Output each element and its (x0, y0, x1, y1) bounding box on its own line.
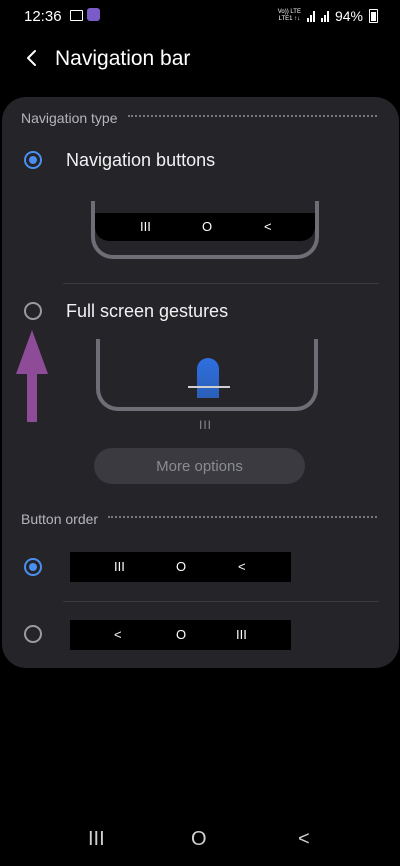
network-type-icon: Vo)) LTE LTE1 ↑↓ (278, 9, 301, 23)
battery-icon (369, 9, 378, 23)
home-icon: O (176, 559, 187, 574)
signal-icon (306, 10, 315, 22)
annotation-arrow-icon (16, 330, 48, 422)
home-button[interactable]: O (191, 828, 207, 851)
network-top-label: Vo)) LTE (277, 9, 301, 15)
back-nav-button[interactable]: < (298, 828, 310, 851)
option-navigation-buttons[interactable]: Navigation buttons (66, 150, 215, 171)
gallery-icon (70, 10, 83, 21)
divider (63, 283, 379, 284)
network-bottom-label: LTE1 ↑↓ (278, 16, 301, 22)
recents-button[interactable]: III (88, 828, 105, 851)
battery-percent: 94% (334, 8, 363, 24)
home-icon: O (202, 219, 213, 234)
chevron-left-icon (27, 50, 36, 66)
radio-navigation-buttons[interactable] (24, 151, 42, 169)
recents-icon: III (140, 219, 151, 234)
gestures-preview[interactable] (96, 339, 318, 411)
back-icon: < (114, 627, 122, 642)
page-title: Navigation bar (55, 47, 191, 70)
status-right: Vo)) LTE LTE1 ↑↓ 94% (278, 7, 378, 25)
preview-navbar: III O < (95, 213, 315, 241)
section-header-navigation-type: Navigation type (21, 110, 377, 126)
recents-icon: III (114, 559, 125, 574)
section-label: Button order (21, 511, 99, 527)
status-bar: 12:36 Vo)) LTE LTE1 ↑↓ 94% (0, 0, 400, 32)
order-option-recents-home-back[interactable]: III O < (70, 552, 291, 582)
gesture-handle (188, 386, 230, 388)
back-button[interactable] (18, 44, 46, 72)
status-time: 12:36 (24, 8, 62, 25)
back-icon: < (238, 559, 246, 574)
section-header-button-order: Button order (21, 511, 377, 527)
recents-icon: III (236, 627, 247, 642)
dotted-divider (108, 516, 377, 518)
header: Navigation bar (0, 40, 400, 78)
back-icon: < (264, 219, 272, 234)
navigation-buttons-preview[interactable]: III O < (91, 201, 319, 259)
app-notification-icon (87, 8, 100, 21)
radio-full-screen-gestures[interactable] (24, 302, 42, 320)
radio-order-back-home-recents[interactable] (24, 625, 42, 643)
section-label: Navigation type (21, 110, 118, 126)
signal-2-icon (320, 10, 329, 22)
dotted-divider (127, 115, 377, 117)
more-options-button[interactable]: More options (94, 448, 305, 484)
divider (63, 601, 379, 602)
gesture-hint-icon: III (199, 418, 213, 432)
radio-order-recents-home-back[interactable] (24, 558, 42, 576)
order-option-back-home-recents[interactable]: < O III (70, 620, 291, 650)
option-full-screen-gestures[interactable]: Full screen gestures (66, 301, 228, 322)
gesture-swipe-indicator (197, 358, 219, 398)
system-navigation-bar: III O < (0, 820, 400, 866)
home-icon: O (176, 627, 187, 642)
